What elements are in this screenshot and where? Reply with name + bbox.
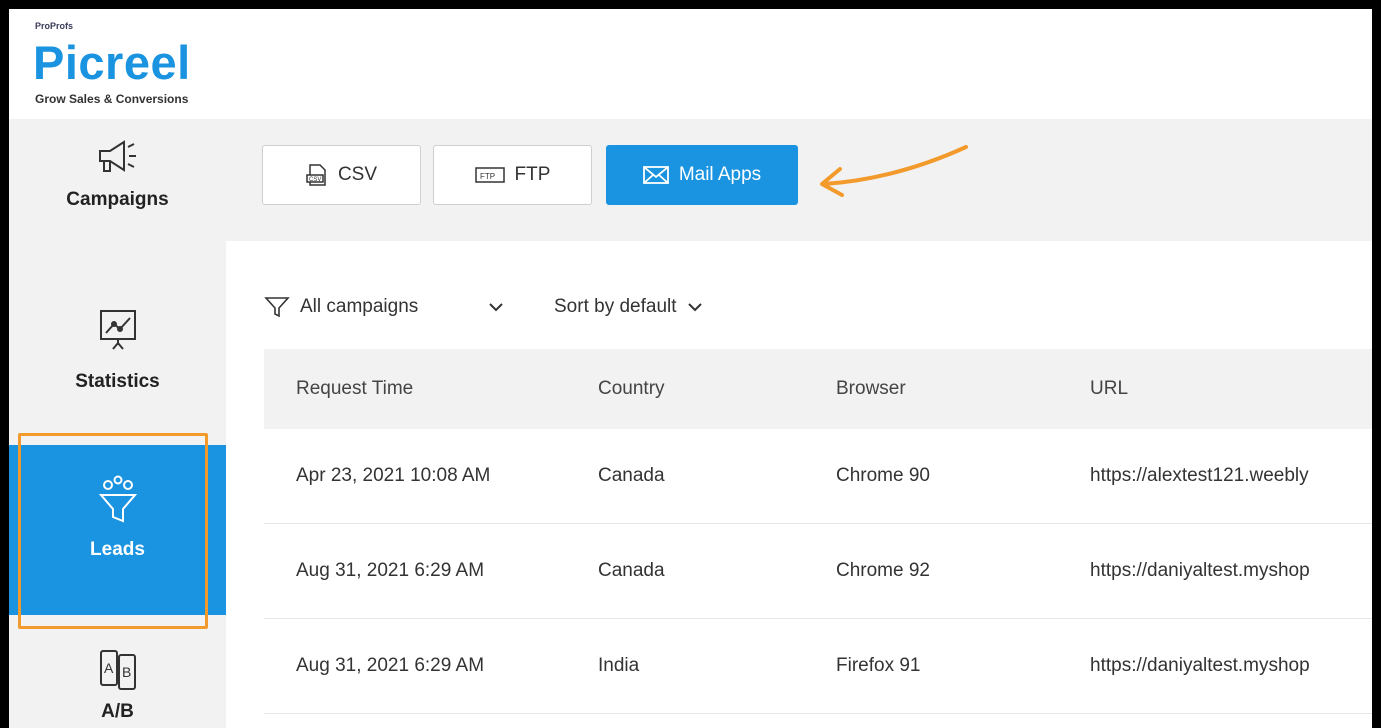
filter-bar: All campaigns Sort by default [264, 287, 703, 327]
table-row[interactable]: Aug 31, 2021 6:29 AM Canada Chrome 92 ht… [264, 524, 1372, 619]
cell-url[interactable]: https://alextest121.weebly [1090, 429, 1372, 523]
cell-request-time: Aug 31, 2021 6:29 AM [296, 655, 485, 676]
sidebar-item-ab[interactable]: A B A/B [9, 629, 226, 728]
cell-request-time: Apr 23, 2021 10:08 AM [296, 465, 491, 486]
svg-text:FTP: FTP [480, 172, 495, 181]
mail-apps-label: Mail Apps [678, 164, 762, 185]
cell-browser: Chrome 90 [836, 465, 930, 486]
table-row[interactable]: Apr 23, 2021 10:08 AM Canada Chrome 90 h… [264, 429, 1372, 524]
export-mail-apps-button[interactable]: Mail Apps [606, 145, 798, 205]
cell-url[interactable]: https://daniyaltest.myshop [1090, 619, 1372, 713]
column-header-request-time[interactable]: Request Time [296, 349, 596, 429]
svg-text:CSV: CSV [309, 177, 321, 183]
column-header-url[interactable]: URL [1090, 349, 1372, 429]
megaphone-icon [98, 140, 136, 172]
sidebar-item-campaigns[interactable]: Campaigns [9, 137, 226, 247]
cell-browser: Chrome 92 [836, 560, 930, 581]
column-header-country[interactable]: Country [598, 349, 818, 429]
ftp-label: FTP [514, 164, 551, 185]
svg-text:B: B [122, 664, 131, 680]
sidebar: Campaigns Statistics Leads A B A/B [9, 119, 226, 728]
sidebar-item-label: Campaigns [66, 189, 169, 210]
app-frame: ProProfs Picreel Grow Sales & Conversion… [0, 0, 1381, 728]
ftp-icon: FTP [474, 167, 505, 183]
column-header-browser[interactable]: Browser [836, 349, 1076, 429]
table-row[interactable]: Aug 31, 2021 6:29 AM India Firefox 91 ht… [264, 619, 1372, 714]
csv-label: CSV [337, 164, 378, 185]
arrow-annotation-icon [820, 145, 968, 197]
cell-browser: Firefox 91 [836, 655, 921, 676]
main-content: CSV CSV FTP FTP Mail Apps All campaigns … [226, 119, 1372, 728]
sidebar-item-label: Statistics [75, 371, 160, 392]
chevron-down-icon [687, 303, 702, 312]
table-header: Request Time Country Browser URL [264, 349, 1372, 429]
cell-country: India [598, 655, 640, 676]
app-header: ProProfs Picreel Grow Sales & Conversion… [9, 9, 1372, 120]
logo-brand-top: ProProfs [35, 21, 74, 31]
logo-tagline: Grow Sales & Conversions [35, 92, 189, 106]
sidebar-item-statistics[interactable]: Statistics [9, 307, 226, 407]
cell-request-time: Aug 31, 2021 6:29 AM [296, 560, 485, 581]
filter-icon [264, 297, 290, 318]
svg-text:A: A [104, 660, 114, 676]
envelope-icon [642, 166, 669, 184]
cell-country: Canada [598, 465, 665, 486]
chevron-down-icon [489, 303, 503, 312]
sort-label: Sort by default [554, 296, 677, 317]
csv-file-icon: CSV [306, 164, 326, 186]
chart-presentation-icon [99, 310, 136, 350]
ab-test-icon: A B [99, 650, 136, 690]
sidebar-item-label: A/B [101, 701, 134, 722]
leads-table: Request Time Country Browser URL Apr 23,… [264, 349, 1372, 714]
sort-dropdown[interactable]: Sort by default [554, 296, 703, 318]
leads-highlight-box [18, 433, 208, 629]
cell-url[interactable]: https://daniyaltest.myshop [1090, 524, 1372, 618]
campaign-filter-dropdown[interactable]: All campaigns [264, 296, 544, 318]
logo[interactable]: Picreel [33, 39, 191, 86]
export-csv-button[interactable]: CSV CSV [262, 145, 421, 205]
campaign-filter-label: All campaigns [300, 296, 419, 317]
cell-country: Canada [598, 560, 665, 581]
export-toolbar: CSV CSV FTP FTP Mail Apps [226, 119, 1372, 241]
export-ftp-button[interactable]: FTP FTP [433, 145, 592, 205]
